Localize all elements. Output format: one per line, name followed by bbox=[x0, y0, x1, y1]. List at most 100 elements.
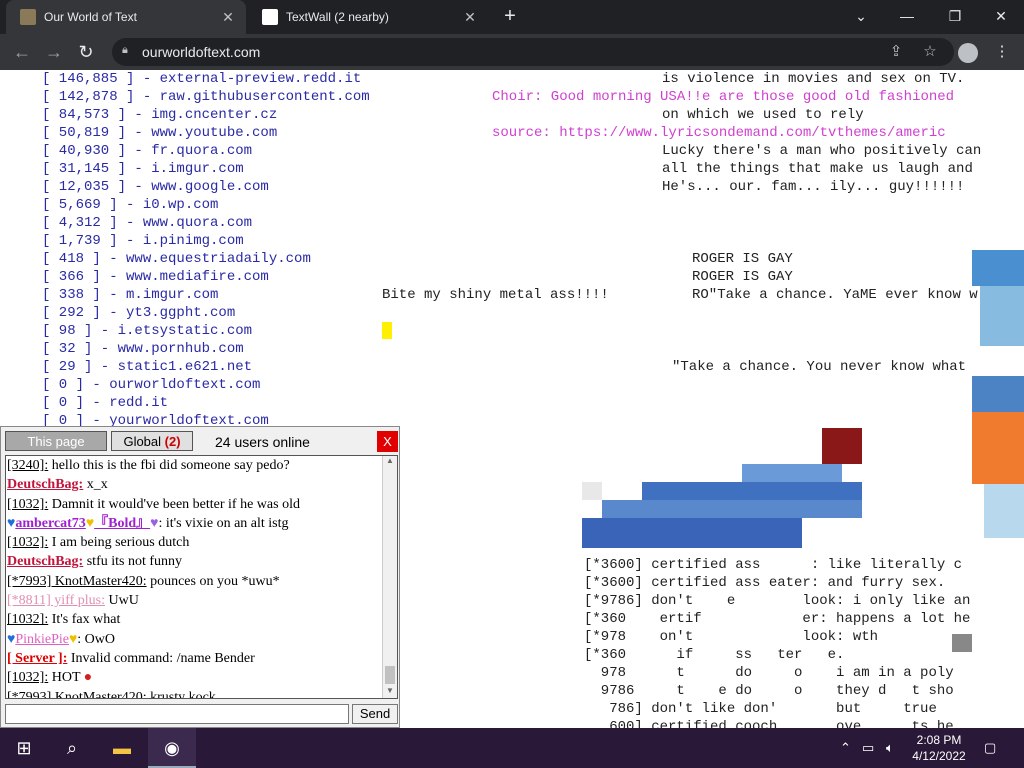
world-text: RO"Take a chance. YaME ever know w bbox=[692, 287, 978, 303]
chat-input[interactable] bbox=[5, 704, 349, 724]
chrome-icon[interactable]: ◉ bbox=[148, 728, 196, 768]
chat-nickname[interactable]: [*8811] yiff plus: bbox=[7, 593, 105, 608]
owot-favicon-icon bbox=[20, 9, 36, 25]
chat-nickname[interactable]: [1032]: bbox=[7, 535, 48, 550]
chat-message: [1032]: HOT ● bbox=[6, 668, 397, 687]
chat-scrollbar[interactable]: ▲ ▼ bbox=[382, 456, 397, 698]
scroll-up-icon[interactable]: ▲ bbox=[383, 456, 397, 468]
chat-nickname[interactable]: [3240]: bbox=[7, 458, 48, 473]
pixel-art bbox=[980, 286, 1024, 346]
file-explorer-icon[interactable]: ▬ bbox=[98, 728, 146, 768]
minimize-icon[interactable]: — bbox=[894, 5, 920, 27]
chat-text: pounces on you *uwu* bbox=[146, 573, 280, 589]
domain-stat-line: [ 12,035 ] - www.google.com bbox=[42, 179, 269, 195]
tab-our-world-of-text[interactable]: Our World of Text ✕ bbox=[6, 0, 246, 34]
menu-kebab-icon[interactable]: ⋮ bbox=[990, 40, 1014, 64]
domain-stat-line: [ 1,739 ] - i.pinimg.com bbox=[42, 233, 244, 249]
tab-global[interactable]: Global (2) bbox=[111, 431, 193, 451]
notifications-icon[interactable]: ▢ bbox=[984, 738, 996, 758]
close-tab-icon[interactable]: ✕ bbox=[462, 9, 478, 25]
domain-stat-line: [ 146,885 ] - external-preview.redd.it bbox=[42, 71, 362, 87]
chat-nickname[interactable]: [1032]: bbox=[7, 612, 48, 627]
chat-message: [3240]: hello this is the fbi did someon… bbox=[6, 456, 397, 475]
volume-icon[interactable]: 🔈︎ bbox=[886, 738, 894, 758]
chat-nickname[interactable]: ambercat73 bbox=[15, 516, 86, 531]
chat-nickname[interactable]: [1032]: bbox=[7, 497, 48, 512]
chat-text: x_x bbox=[83, 477, 108, 493]
pixel-art bbox=[582, 518, 802, 548]
chat-text: Invalid command: /name Bender bbox=[67, 650, 255, 666]
windows-start-icon[interactable]: ⊞ bbox=[0, 728, 48, 768]
browser-toolbar: ← → ↻ 🔒︎ ourworldoftext.com ⇪ ☆ ⋮ bbox=[0, 34, 1024, 70]
domain-stat-line: [ 292 ] - yt3.ggpht.com bbox=[42, 305, 236, 321]
world-log-line: [*9786] don't e look: i only like an bbox=[584, 593, 971, 609]
bookmark-star-icon[interactable]: ☆ bbox=[918, 40, 942, 64]
world-log-line: [*360 ertif er: happens a lot he bbox=[584, 611, 971, 627]
chat-text: It's fax what bbox=[48, 612, 121, 628]
world-text: Choir: Good morning USA!!e are those goo… bbox=[492, 89, 955, 105]
chat-close-button[interactable]: X bbox=[377, 431, 398, 452]
pixel-art bbox=[602, 500, 862, 518]
back-icon[interactable]: ← bbox=[10, 40, 34, 64]
domain-stat-line: [ 142,878 ] - raw.githubusercontent.com bbox=[42, 89, 370, 105]
world-text: Bite my shiny metal ass!!!! bbox=[382, 287, 609, 303]
new-tab-button[interactable]: + bbox=[500, 6, 520, 28]
tab-this-page[interactable]: This page bbox=[5, 431, 107, 451]
scroll-thumb[interactable] bbox=[385, 666, 395, 684]
chat-nickname[interactable]: [*7993] KnotMaster420: bbox=[7, 574, 147, 589]
text-cursor bbox=[382, 322, 392, 339]
world-log-line: [*978 on't look: wth bbox=[584, 629, 879, 645]
url-text: ourworldoftext.com bbox=[142, 44, 261, 60]
world-log-line: [*3600] certified ass : like literally c bbox=[584, 557, 963, 573]
reload-icon[interactable]: ↻ bbox=[74, 40, 98, 64]
window-close-icon[interactable]: ✕ bbox=[988, 5, 1014, 27]
close-tab-icon[interactable]: ✕ bbox=[220, 9, 236, 25]
world-text: ROGER IS GAY bbox=[692, 251, 793, 267]
chat-text: stfu its not funny bbox=[83, 554, 183, 570]
world-text: He's... our. fam... ily... guy!!!!!! bbox=[662, 179, 965, 195]
pixel-art bbox=[742, 464, 842, 482]
chat-text: HOT bbox=[48, 670, 81, 686]
chat-text: krusty kock bbox=[146, 689, 216, 699]
send-button[interactable]: Send bbox=[352, 704, 398, 724]
chat-message: [1032]: Damnit it would've been better i… bbox=[6, 495, 397, 514]
profile-avatar-icon[interactable] bbox=[958, 43, 978, 63]
chat-nickname[interactable]: [*7993] KnotMaster420: bbox=[7, 690, 147, 698]
chat-messages[interactable]: [3240]: hello this is the fbi did someon… bbox=[5, 455, 398, 699]
chat-nickname[interactable]: DeutschBag: bbox=[7, 477, 83, 492]
chat-nickname[interactable]: [ Server ]: bbox=[7, 651, 67, 666]
tab-title: TextWall (2 nearby) bbox=[286, 10, 389, 24]
search-icon[interactable]: ⌕ bbox=[48, 728, 96, 768]
chat-message: [*7993] KnotMaster420: pounces on you *u… bbox=[6, 572, 397, 591]
domain-stat-line: [ 98 ] - i.etsystatic.com bbox=[42, 323, 253, 339]
forward-icon[interactable]: → bbox=[42, 40, 66, 64]
pixel-art bbox=[972, 412, 1024, 484]
address-bar[interactable]: 🔒︎ ourworldoftext.com ⇪ ☆ bbox=[112, 38, 954, 66]
chat-nickname[interactable]: DeutschBag: bbox=[7, 554, 83, 569]
tab-global-label: Global bbox=[123, 434, 162, 449]
world-text: on which we used to rely bbox=[662, 107, 864, 123]
angry-face-icon: ● bbox=[80, 670, 93, 686]
system-clock[interactable]: 2:08 PM 4/12/2022 bbox=[910, 732, 968, 764]
restore-icon[interactable]: ❐ bbox=[942, 5, 968, 27]
world-log-line: 600] certified cooch ove ts he bbox=[584, 719, 954, 728]
chat-text: : it's vixie on an alt istg bbox=[158, 515, 289, 531]
textwall-favicon-icon bbox=[262, 9, 278, 25]
network-icon[interactable]: ▭ bbox=[862, 738, 874, 758]
tab-search-icon[interactable]: ⌄ bbox=[848, 5, 874, 27]
chat-nickname[interactable]: [1032]: bbox=[7, 670, 48, 685]
chat-message: [1032]: I am being serious dutch bbox=[6, 533, 397, 552]
scroll-down-icon[interactable]: ▼ bbox=[383, 686, 397, 698]
world-text: source: https://www.lyricsondemand.com/t… bbox=[492, 125, 946, 141]
domain-stat-line: [ 84,573 ] - img.cncenter.cz bbox=[42, 107, 278, 123]
share-icon[interactable]: ⇪ bbox=[884, 40, 908, 64]
chat-message: [1032]: It's fax what bbox=[6, 610, 397, 629]
tray-chevron-icon[interactable]: ⌃ bbox=[840, 738, 851, 758]
world-text: all the things that make us laugh and bbox=[662, 161, 973, 177]
tab-textwall[interactable]: TextWall (2 nearby) ✕ bbox=[248, 0, 488, 34]
pixel-art bbox=[822, 428, 862, 464]
world-text: is violence in movies and sex on TV. bbox=[662, 71, 965, 87]
chat-nickname[interactable]: PinkiePie bbox=[15, 632, 69, 647]
pixel-art bbox=[582, 482, 602, 500]
domain-stat-line: [ 0 ] - ourworldoftext.com bbox=[42, 377, 261, 393]
